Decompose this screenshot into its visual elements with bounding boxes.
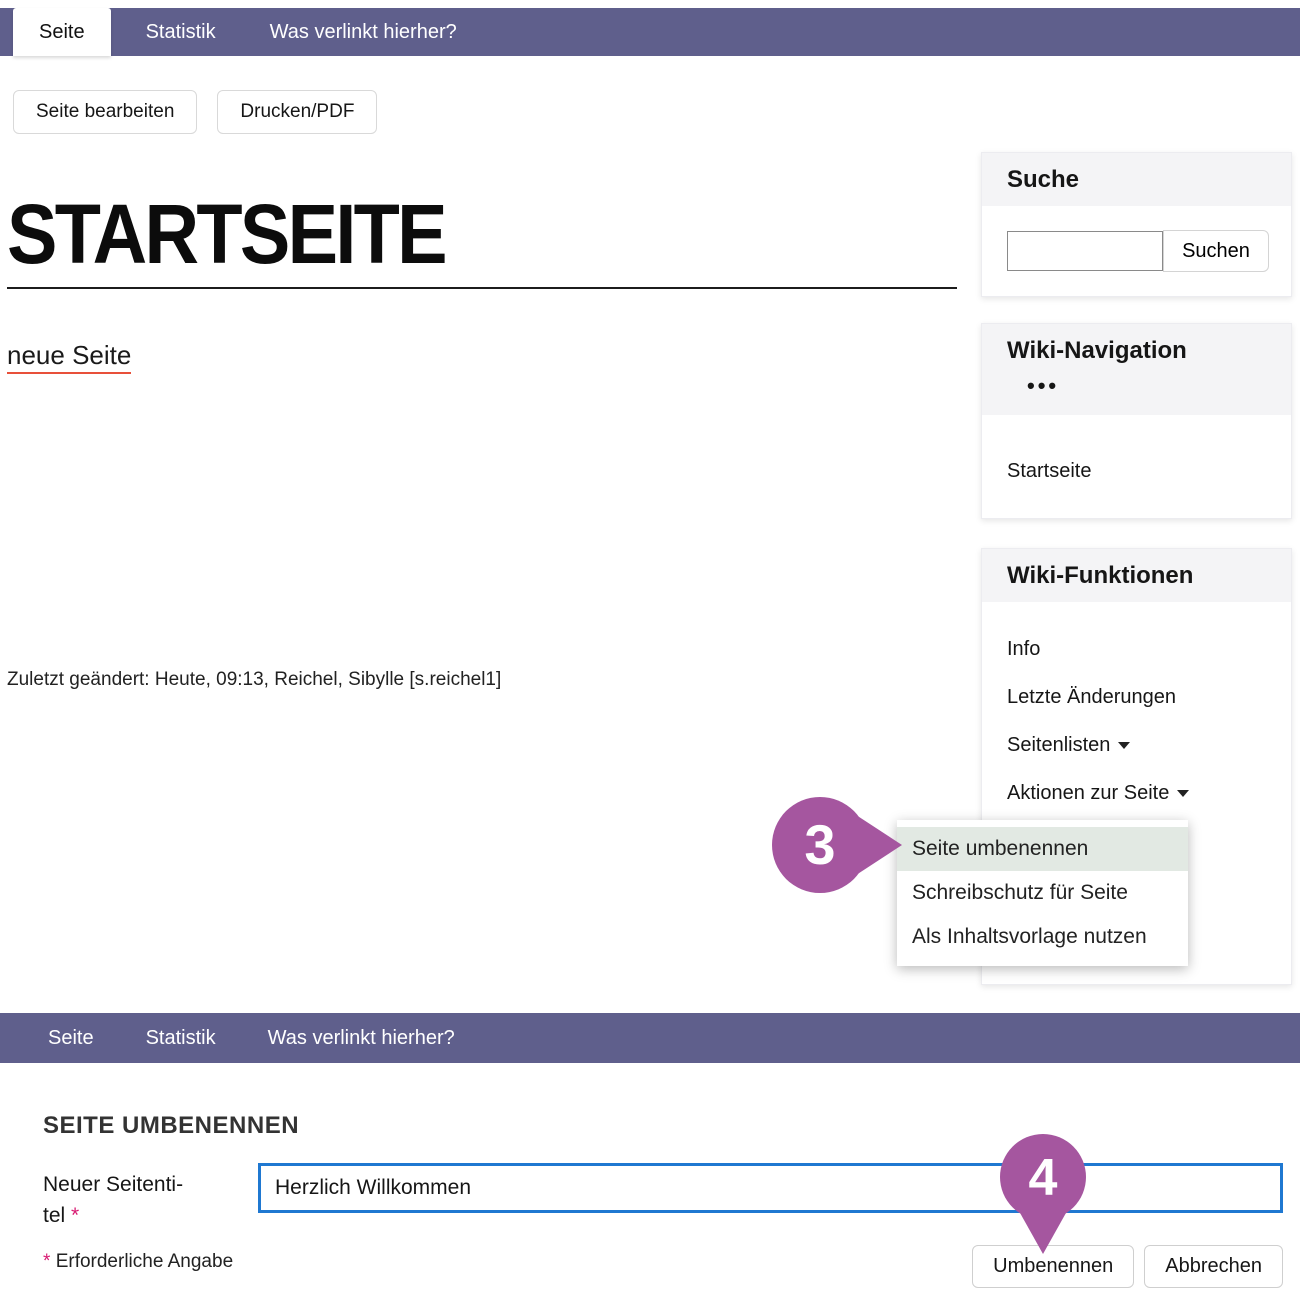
caret-down-icon [1177, 790, 1189, 797]
step-3-callout: 3 [772, 797, 902, 893]
top-tab-bar: Seite Statistik Was verlinkt hierher? [0, 8, 1300, 56]
search-panel-title: Suche [1007, 166, 1079, 193]
title-divider [7, 287, 957, 289]
wiki-functions-header: Wiki-Funktionen [982, 549, 1291, 602]
wiki-navigation-header: Wiki-Navigation ••• [982, 324, 1291, 415]
rename-cancel-button[interactable]: Abbrechen [1144, 1245, 1283, 1288]
tab2-statistik[interactable]: Statistik [146, 1027, 216, 1050]
tab2-seite[interactable]: Seite [48, 1027, 94, 1050]
required-star: * [43, 1251, 50, 1272]
func-item-seitenlisten[interactable]: Seitenlisten [1007, 734, 1266, 757]
step-3-number: 3 [804, 813, 835, 876]
menu-item-schreibschutz[interactable]: Schreibschutz für Seite [897, 871, 1188, 915]
new-title-input[interactable] [258, 1163, 1283, 1213]
menu-item-inhaltsvorlage[interactable]: Als Inhaltsvorlage nutzen [897, 915, 1188, 959]
wiki-navigation-panel: Wiki-Navigation ••• Startseite [981, 323, 1292, 519]
func-item-info[interactable]: Info [1007, 638, 1266, 661]
tab-seite[interactable]: Seite [13, 8, 111, 56]
required-star: * [71, 1204, 79, 1227]
search-panel: Suche Suchen [981, 152, 1292, 297]
caret-down-icon [1118, 742, 1130, 749]
nav-item-startseite[interactable]: Startseite [1007, 460, 1091, 483]
search-button[interactable]: Suchen [1163, 230, 1269, 272]
wiki-navigation-title: Wiki-Navigation [1007, 337, 1266, 365]
menu-item-seite-umbenennen[interactable]: Seite umbenennen [897, 827, 1188, 871]
step-4-number: 4 [1029, 1149, 1058, 1207]
func-item-letzte-aenderungen[interactable]: Letzte Änderungen [1007, 686, 1266, 709]
page-title: STARTSEITE [7, 186, 445, 283]
required-note: * Erforderliche Angabe [43, 1251, 233, 1273]
bottom-tab-bar: Seite Statistik Was verlinkt hierher? [0, 1013, 1300, 1063]
rename-form-title: SEITE UMBENENNEN [43, 1112, 299, 1140]
search-input[interactable] [1007, 231, 1163, 271]
step-4-callout: 4 [1000, 1134, 1086, 1254]
page-toolbar: Seite bearbeiten Drucken/PDF [13, 90, 377, 134]
func-item-aktionen-zur-seite[interactable]: Aktionen zur Seite [1007, 782, 1266, 805]
tab-was-verlinkt-hierher[interactable]: Was verlinkt hierher? [243, 8, 484, 56]
last-changed-text: Zuletzt geändert: Heute, 09:13, Reichel,… [7, 669, 501, 691]
tab2-was-verlinkt-hierher[interactable]: Was verlinkt hierher? [268, 1027, 455, 1050]
new-title-label: Neuer Seitenti- tel * [43, 1169, 218, 1231]
tab-statistik[interactable]: Statistik [119, 8, 243, 56]
new-page-link[interactable]: neue Seite [7, 340, 131, 374]
page-actions-dropdown: Seite umbenennen Schreibschutz für Seite… [897, 820, 1188, 966]
ellipsis-menu-icon[interactable]: ••• [1027, 373, 1266, 399]
edit-page-button[interactable]: Seite bearbeiten [13, 90, 197, 134]
search-panel-header: Suche [982, 153, 1291, 206]
print-pdf-button[interactable]: Drucken/PDF [217, 90, 377, 134]
wiki-functions-title: Wiki-Funktionen [1007, 562, 1193, 589]
